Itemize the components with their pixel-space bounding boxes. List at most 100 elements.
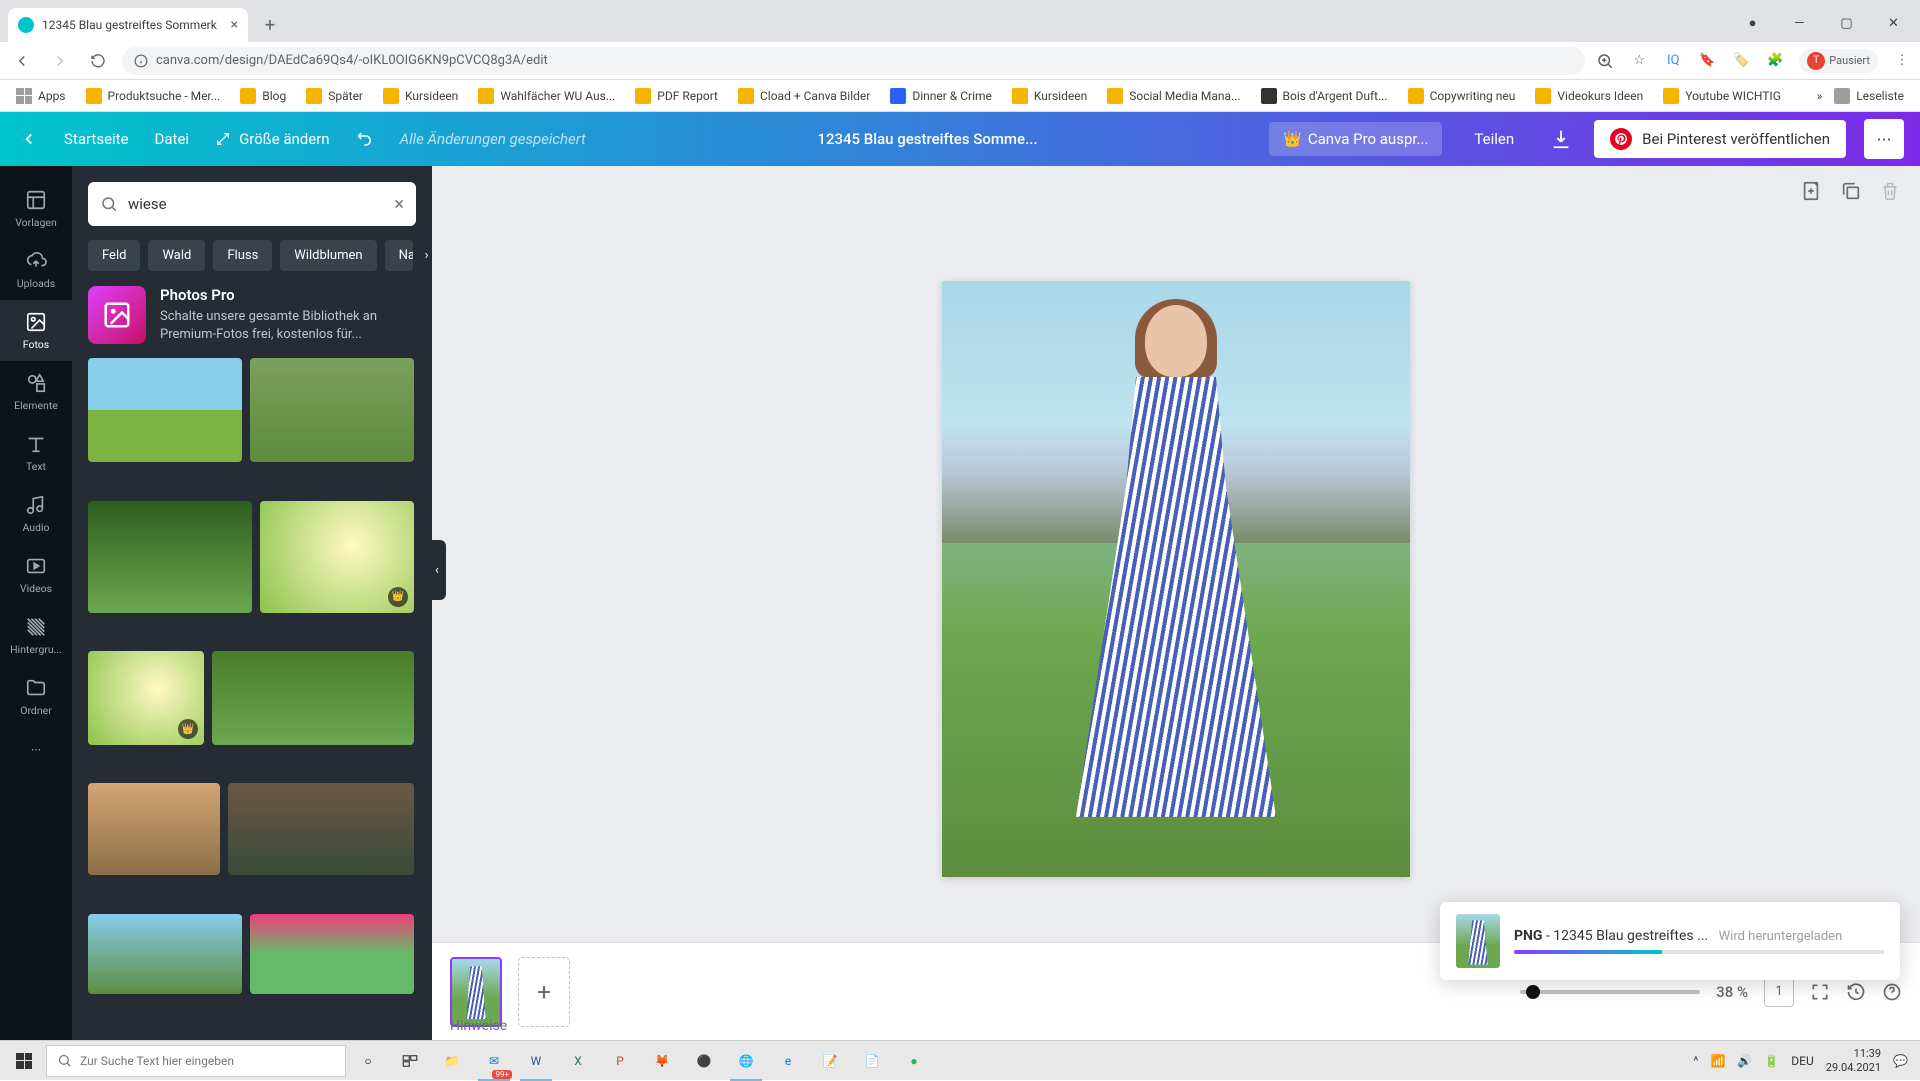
bookmark-item[interactable]: Später [298,84,371,108]
photo-thumb[interactable] [88,783,220,875]
taskbar-clock[interactable]: 11:39 29.04.2021 [1826,1047,1881,1073]
photo-thumb[interactable] [88,358,242,462]
volume-icon[interactable]: 🔊 [1737,1054,1752,1068]
forward-button[interactable] [46,47,74,75]
back-button[interactable] [8,47,36,75]
pinterest-publish-button[interactable]: Bei Pinterest veröffentlichen [1594,120,1846,158]
back-home-button[interactable] [16,124,42,154]
rail-videos[interactable]: Videos [0,544,72,605]
file-menu[interactable]: Datei [151,124,194,154]
bookmark-item[interactable]: Kursideen [375,84,466,108]
download-button[interactable] [1546,122,1576,156]
close-window-button[interactable]: ✕ [1871,8,1916,38]
undo-button[interactable] [352,124,378,154]
zoom-thumb[interactable] [1526,985,1540,999]
photo-thumb[interactable] [88,914,242,994]
photo-thumb[interactable] [88,501,252,613]
chrome-icon[interactable]: 🌐 [726,1041,766,1081]
notifications-icon[interactable]: 💬 [1893,1054,1908,1068]
bookmark-item[interactable]: Dinner & Crime [882,84,1000,108]
rail-elements[interactable]: Elemente [0,361,72,422]
bookmark-overflow[interactable]: » [1817,89,1823,103]
chip-feld[interactable]: Feld [88,240,140,271]
extension-icon-2[interactable]: 🔖 [1697,51,1717,71]
rail-text[interactable]: Text [0,422,72,483]
powerpoint-icon[interactable]: P [600,1041,640,1081]
notepad-icon[interactable]: 📝 [810,1041,850,1081]
spotify-icon[interactable]: ● [894,1041,934,1081]
rail-folders[interactable]: Ordner [0,666,72,727]
star-icon[interactable]: ☆ [1629,51,1649,71]
bookmark-item[interactable]: Videokurs Ideen [1527,84,1651,108]
help-button[interactable] [1882,982,1902,1002]
resize-button[interactable]: Größe ändern [211,124,334,154]
bookmark-item[interactable]: PDF Report [627,84,726,108]
search-input[interactable] [128,195,384,213]
chip-wald[interactable]: Wald [148,240,205,271]
bookmark-item[interactable]: Cload + Canva Bilder [730,84,878,108]
page-thumbnail-1[interactable] [450,957,502,1027]
bookmark-item[interactable]: Kursideen [1004,84,1095,108]
delete-page-button[interactable] [1880,181,1900,201]
rail-uploads[interactable]: Uploads [0,239,72,300]
photo-thumb[interactable]: 👑 [88,651,204,745]
photo-thumb[interactable] [228,783,414,875]
battery-icon[interactable]: 🔋 [1764,1054,1779,1068]
page-count-button[interactable]: 1 [1764,977,1794,1007]
chip-wildblumen[interactable]: Wildblumen [280,240,376,271]
tray-chevron-icon[interactable]: ^ [1693,1054,1698,1068]
photo-thumb[interactable]: 👑 [260,501,414,613]
browser-tab[interactable]: 12345 Blau gestreiftes Sommerk × [8,8,248,42]
share-button[interactable]: Teilen [1460,122,1528,156]
bookmark-item[interactable]: Blog [232,84,294,108]
obs-icon[interactable]: ⚫ [684,1041,724,1081]
home-link[interactable]: Startseite [60,124,133,154]
account-dot-icon[interactable]: ● [1730,8,1775,38]
bookmark-item[interactable]: Wahlfächer WU Aus... [470,84,623,108]
photo-thumb[interactable] [250,914,414,994]
bookmark-item[interactable]: Bois d'Argent Duft... [1253,84,1396,108]
zoom-icon[interactable] [1595,51,1615,71]
notes-button[interactable]: Hinweise [450,1018,507,1034]
start-button[interactable] [4,1041,44,1081]
explorer-icon[interactable]: 📁 [432,1041,472,1081]
task-view-icon[interactable] [390,1041,430,1081]
new-tab-button[interactable]: + [256,11,284,39]
extension-icon-1[interactable]: IQ [1663,51,1683,71]
canvas-stage[interactable] [432,216,1920,942]
apps-shortcut[interactable]: Apps [8,84,74,108]
clear-search-icon[interactable]: × [394,194,404,215]
bookmark-item[interactable]: Youtube WICHTIG [1655,84,1789,108]
chips-scroll-right[interactable]: › [421,244,432,267]
more-menu-button[interactable]: ⋯ [1864,119,1904,159]
history-button[interactable] [1846,982,1866,1002]
photo-thumb[interactable] [250,358,414,462]
cortana-icon[interactable]: ○ [348,1041,388,1081]
wifi-icon[interactable]: 📶 [1710,1054,1725,1068]
add-page-thumb-button[interactable]: + [518,957,570,1027]
word-icon[interactable]: W [516,1041,556,1081]
rail-background[interactable]: Hintergru... [0,605,72,666]
photos-pro-promo[interactable]: Photos Pro Schalte unsere gesamte Biblio… [88,285,416,344]
photo-thumb[interactable] [212,651,414,745]
rail-more[interactable]: ⋯ [0,727,72,771]
taskbar-search[interactable]: Zur Suche Text hier eingeben [46,1045,346,1077]
bookmark-item[interactable]: Social Media Mana... [1099,84,1248,108]
design-page[interactable] [942,281,1410,877]
duplicate-page-button[interactable] [1840,180,1862,202]
try-pro-button[interactable]: 👑Canva Pro auspr... [1269,122,1442,156]
chip-natur[interactable]: Natu [385,240,413,271]
bookmark-item[interactable]: Produktsuche - Mer... [78,84,229,108]
zoom-slider[interactable] [1520,990,1700,994]
url-field[interactable]: canva.com/design/DAEdCa69Qs4/-oIKL0OIG6K… [122,47,1585,75]
outlook-icon[interactable]: ✉99+ [474,1041,514,1081]
reading-list[interactable]: Leseliste [1826,84,1912,108]
minimize-button[interactable]: — [1777,8,1822,38]
add-page-button[interactable] [1800,180,1822,202]
reload-button[interactable] [84,47,112,75]
firefox-icon[interactable]: 🦊 [642,1041,682,1081]
excel-icon[interactable]: X [558,1041,598,1081]
zoom-percentage[interactable]: 38 % [1716,983,1748,1001]
edge-icon[interactable]: e [768,1041,808,1081]
close-tab-icon[interactable]: × [231,17,238,33]
